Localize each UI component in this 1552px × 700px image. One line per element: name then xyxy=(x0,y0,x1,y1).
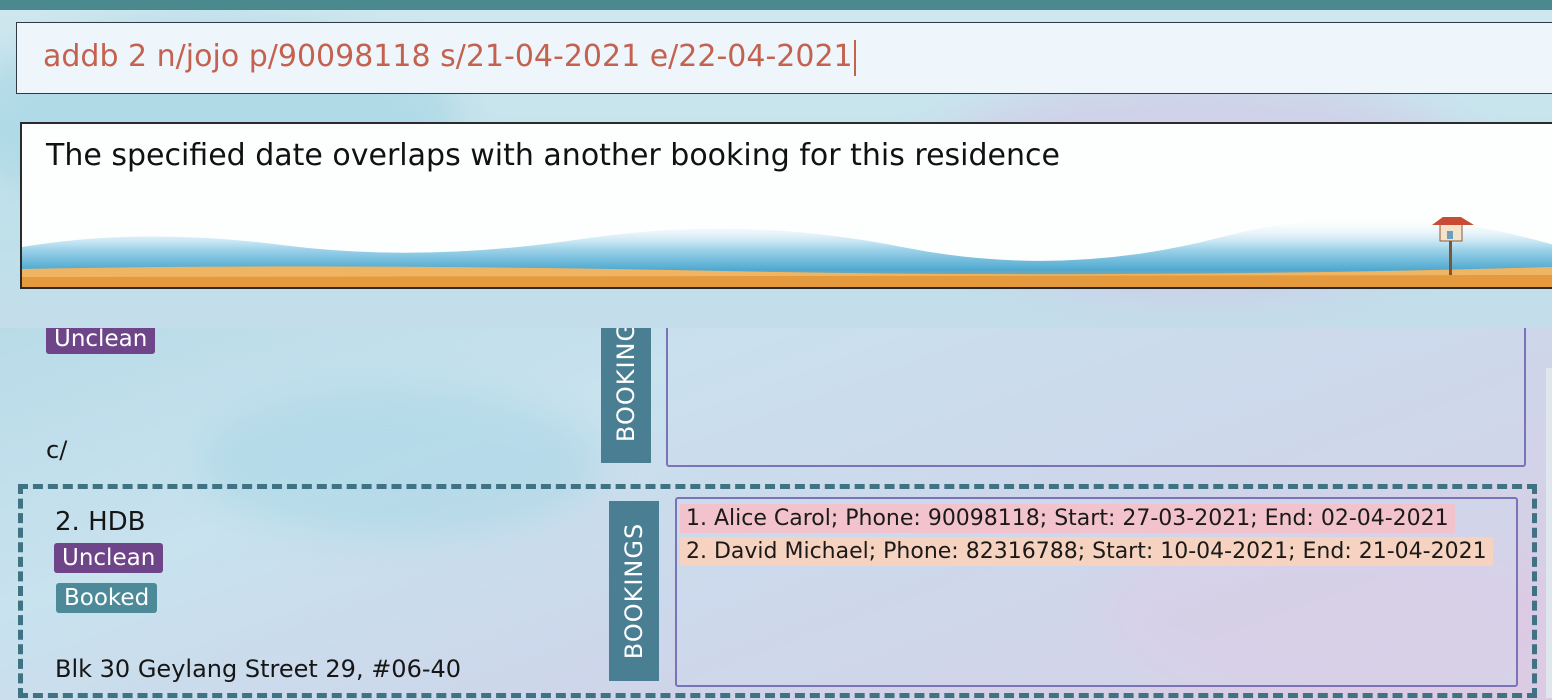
unclean-tag: Unclean xyxy=(46,328,156,354)
unclean-tag: Unclean xyxy=(54,543,164,573)
residence-card[interactable]: 2. HDB Unclean Booked Blk 30 Geylang Str… xyxy=(18,484,1537,698)
window-top-bar xyxy=(0,0,1552,10)
residence-address: c/ xyxy=(46,436,68,464)
bookings-label: BOOKING xyxy=(601,328,651,463)
command-input[interactable]: addb 2 n/jojo p/90098118 s/21-04-2021 e/… xyxy=(43,39,856,76)
text-caret xyxy=(853,39,856,76)
command-input-text: addb 2 n/jojo p/90098118 s/21-04-2021 e/… xyxy=(43,39,853,74)
bookings-list[interactable] xyxy=(666,328,1526,467)
residence-address: Blk 30 Geylang Street 29, #06-40 xyxy=(55,655,462,683)
beach-banner-image xyxy=(22,217,1552,287)
bookings-label: BOOKINGS xyxy=(609,501,659,681)
bookings-list[interactable]: 1. Alice Carol; Phone: 90098118; Start: … xyxy=(675,497,1518,687)
scrollbar[interactable] xyxy=(1546,368,1552,698)
residence-list-panel[interactable]: Unclean c/ BOOKING 2. HDB Unclean Booked… xyxy=(0,328,1552,700)
booking-item[interactable]: 1. Alice Carol; Phone: 90098118; Start: … xyxy=(680,504,1455,533)
command-box[interactable]: addb 2 n/jojo p/90098118 s/21-04-2021 e/… xyxy=(16,22,1552,94)
result-message: The specified date overlaps with another… xyxy=(46,138,1060,173)
result-display: The specified date overlaps with another… xyxy=(20,122,1552,289)
booked-tag: Booked xyxy=(56,583,158,613)
booking-item[interactable]: 2. David Michael; Phone: 82316788; Start… xyxy=(680,537,1493,566)
residence-name: 2. HDB xyxy=(55,507,146,537)
